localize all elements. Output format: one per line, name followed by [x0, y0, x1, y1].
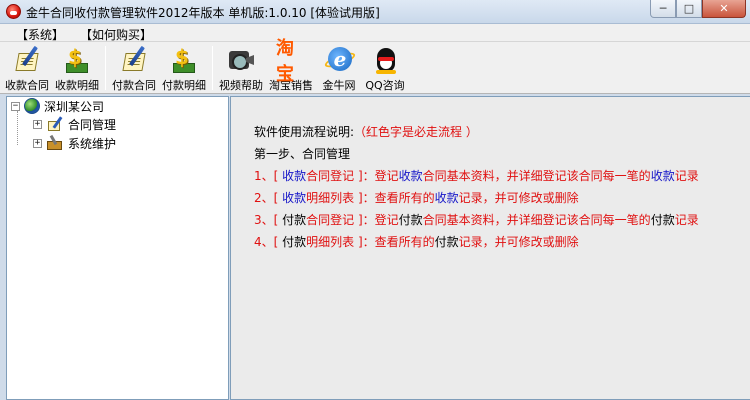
tree-node-system-label: 系统维护	[68, 136, 117, 151]
step-text-segment: 合同登记 ]：登记	[306, 169, 399, 183]
receipt-detail-button[interactable]: $ 收款明细	[52, 42, 102, 94]
menu-how-to-buy[interactable]: 【如何购买】	[74, 24, 162, 42]
toolbox-icon	[46, 134, 64, 151]
step-line: 1、[ 收款合同登记 ]：登记收款合同基本资料，并详细登记该合同每一笔的收款记录	[254, 167, 699, 184]
step-text-segment: 合同登记 ]：登记	[306, 213, 399, 227]
heading-note: （红色字是必走流程 ）	[354, 125, 478, 139]
maximize-button[interactable]: □	[676, 0, 702, 18]
contract-pen-icon	[12, 45, 42, 75]
step-text-segment: [	[273, 213, 283, 227]
jinniu-web-label: 金牛网	[322, 79, 356, 92]
globe-icon	[24, 98, 40, 114]
money-icon: $	[169, 45, 199, 75]
video-help-label: 视频帮助	[219, 79, 263, 92]
step-text-segment: 付款	[282, 213, 307, 227]
qq-consult-button[interactable]: QQ咨询	[362, 42, 408, 94]
money-icon: $	[62, 45, 92, 75]
receipt-contract-button[interactable]: 收款合同	[2, 42, 52, 94]
step-text-segment: [	[273, 169, 283, 183]
toolbar-separator	[105, 46, 106, 90]
title-bar: 金牛合同收付款管理软件2012年版本 单机版:1.0.10 [体验试用版] ─ …	[0, 0, 750, 24]
step-text-segment: 记录	[674, 213, 699, 227]
step-text-segment: 付款	[434, 235, 459, 249]
step-text-segment: 记录，并可修改或删除	[458, 235, 579, 249]
video-help-button[interactable]: 视频帮助	[216, 42, 266, 94]
toolbar: 收款合同 $ 收款明细 付款合同 $ 付款明细 视频帮助 淘宝 淘宝销售 e 金…	[0, 38, 750, 94]
taobao-icon: 淘宝	[276, 38, 294, 85]
step-text-segment: 收款	[282, 191, 307, 205]
contract-pen-icon	[46, 116, 64, 132]
instructions-heading: 软件使用流程说明:（红色字是必走流程 ）	[254, 123, 478, 140]
tree-node-contract-label: 合同管理	[68, 117, 117, 132]
tree-node-system-maintenance[interactable]: + 系统维护	[33, 134, 116, 152]
toolbar-separator	[212, 46, 213, 90]
navigation-tree: − 深圳某公司 + 合同管理 + 系统维护	[6, 96, 229, 400]
ie-icon: e	[323, 45, 357, 75]
step-text-segment: [	[273, 191, 283, 205]
step-line: 2、[ 收款明细列表 ]：查看所有的收款记录，并可修改或删除	[254, 189, 579, 206]
tree-node-company-label: 深圳某公司	[44, 99, 105, 114]
window-title: 金牛合同收付款管理软件2012年版本 单机版:1.0.10 [体验试用版]	[26, 6, 380, 20]
step-text-segment: 付款	[282, 235, 307, 249]
step-text-segment: 合同基本资料，并详细登记该合同每一笔的	[422, 213, 651, 227]
step-text-segment: 收款	[282, 169, 307, 183]
step-number: 1、	[254, 169, 274, 183]
payment-contract-label: 付款合同	[112, 79, 156, 92]
qq-consult-label: QQ咨询	[365, 79, 405, 92]
step-text-segment: 收款	[650, 169, 675, 183]
menu-system[interactable]: 【系统】	[10, 24, 74, 42]
heading-prefix: 软件使用流程说明:	[254, 125, 355, 139]
receipt-contract-label: 收款合同	[5, 79, 49, 92]
step-text-segment: 记录	[674, 169, 699, 183]
tree-connector	[17, 111, 18, 145]
window-controls: ─ □ ✕	[650, 0, 746, 18]
minimize-button[interactable]: ─	[650, 0, 676, 18]
step-text-segment: 明细列表 ]：查看所有的	[306, 235, 435, 249]
step-text-segment: 收款	[434, 191, 459, 205]
tree-node-contract-management[interactable]: + 合同管理	[33, 115, 116, 133]
step1-title: 第一步、合同管理	[254, 147, 351, 161]
step-number: 3、	[254, 213, 274, 227]
step-line: 3、[ 付款合同登记 ]：登记付款合同基本资料，并详细登记该合同每一笔的付款记录	[254, 211, 699, 228]
step-text-segment: [	[273, 235, 283, 249]
receipt-detail-label: 收款明细	[55, 79, 99, 92]
step-text-segment: 付款	[398, 213, 423, 227]
taobao-sales-button[interactable]: 淘宝 淘宝销售	[266, 38, 316, 94]
expand-icon[interactable]: +	[33, 138, 42, 148]
step-line: 4、[ 付款明细列表 ]：查看所有的付款记录，并可修改或删除	[254, 233, 579, 250]
collapse-icon[interactable]: −	[11, 101, 20, 111]
instructions-panel: 软件使用流程说明:（红色字是必走流程 ） 第一步、合同管理 1、[ 收款合同登记…	[230, 96, 750, 400]
jinniu-web-button[interactable]: e 金牛网	[316, 42, 362, 94]
qq-icon	[370, 45, 400, 75]
close-button[interactable]: ✕	[702, 0, 746, 18]
app-logo-icon	[6, 4, 21, 19]
step-number: 4、	[254, 235, 274, 249]
payment-detail-label: 付款明细	[162, 79, 206, 92]
step-text-segment: 收款	[398, 169, 423, 183]
film-camera-icon	[226, 45, 256, 75]
step-text-segment: 明细列表 ]：查看所有的	[306, 191, 435, 205]
menu-bar: 【系统】 【如何购买】	[0, 24, 750, 42]
payment-detail-button[interactable]: $ 付款明细	[159, 42, 209, 94]
step-number: 2、	[254, 191, 274, 205]
step-text-segment: 付款	[650, 213, 675, 227]
step-text-segment: 合同基本资料，并详细登记该合同每一笔的	[422, 169, 651, 183]
tree-node-company[interactable]: − 深圳某公司	[11, 97, 104, 115]
payment-contract-button[interactable]: 付款合同	[109, 42, 159, 94]
expand-icon[interactable]: +	[33, 119, 42, 129]
step-text-segment: 记录，并可修改或删除	[458, 191, 579, 205]
contract-pen-icon	[119, 45, 149, 75]
